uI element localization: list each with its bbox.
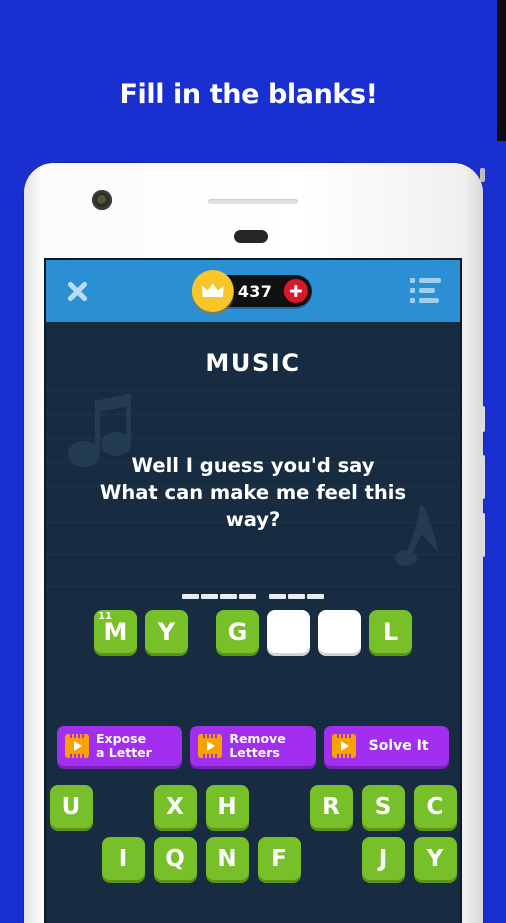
answer-slot-letter: L bbox=[382, 617, 399, 646]
promo-headline: Fill in the blanks! bbox=[119, 79, 378, 110]
question-area: MUSIC Well I guess you'd say What can ma… bbox=[46, 322, 460, 659]
letter-key[interactable]: X bbox=[153, 785, 197, 828]
staff-line bbox=[46, 390, 460, 391]
hint-button[interactable]: Expose a Letter bbox=[57, 726, 183, 766]
letter-key[interactable]: H bbox=[205, 785, 249, 828]
close-icon[interactable] bbox=[62, 276, 92, 306]
answer-slot[interactable]: Y bbox=[145, 610, 188, 653]
answer-slot-row: 11 M Y G L bbox=[46, 610, 460, 653]
question-line-1: Well I guess you'd say bbox=[131, 454, 375, 477]
letter-key[interactable]: N bbox=[205, 837, 249, 880]
menu-bullet bbox=[410, 278, 415, 283]
app-screen: 437 MUSIC Well I guess you'd say What ca… bbox=[46, 260, 460, 923]
keyboard-spacer bbox=[50, 837, 93, 880]
menu-bullet bbox=[410, 288, 415, 293]
video-ad-icon bbox=[65, 734, 89, 758]
letter-key[interactable]: R bbox=[309, 785, 353, 828]
phone-mute-button bbox=[480, 406, 485, 432]
letter-key[interactable]: S bbox=[361, 785, 405, 828]
answer-slot-letter: G bbox=[227, 617, 248, 646]
phone-volume-down-button bbox=[480, 513, 485, 557]
blank-dash bbox=[182, 594, 199, 599]
hint-button-label: Solve It bbox=[368, 738, 429, 754]
answer-slot[interactable] bbox=[318, 610, 361, 653]
hint-button-row: Expose a Letter Remove Letters Solve It bbox=[57, 726, 449, 766]
promo-screenshot: Fill in the blanks! 437 MUSIC Well I gue… bbox=[0, 0, 506, 923]
answer-slot[interactable] bbox=[267, 610, 310, 653]
blank-dash bbox=[239, 594, 256, 599]
hint-button-label: Remove Letters bbox=[229, 731, 286, 760]
letter-key[interactable]: U bbox=[49, 785, 93, 828]
menu-line bbox=[419, 288, 435, 293]
earpiece-speaker bbox=[208, 199, 298, 204]
app-topbar: 437 bbox=[46, 260, 460, 322]
answer-slot-index-badge: 11 bbox=[98, 611, 112, 622]
hint-button-label: Expose a Letter bbox=[96, 731, 152, 760]
keyboard-row-2: IQNF JY bbox=[46, 837, 460, 880]
keyboard-spacer bbox=[258, 785, 301, 828]
play-triangle-icon bbox=[74, 741, 82, 751]
question-text: Well I guess you'd say What can make me … bbox=[86, 452, 420, 533]
letter-key[interactable]: Y bbox=[413, 837, 457, 880]
blank-dash bbox=[201, 594, 218, 599]
blank-group bbox=[269, 594, 324, 599]
blank-dash bbox=[220, 594, 237, 599]
letter-keyboard: U XH RSC IQNF JY bbox=[46, 785, 460, 889]
front-camera-icon bbox=[92, 190, 112, 210]
question-line-2: What can make me feel this bbox=[99, 481, 407, 504]
play-triangle-icon bbox=[340, 741, 349, 751]
answer-slot[interactable]: G bbox=[216, 610, 259, 653]
hint-button[interactable]: Remove Letters bbox=[190, 726, 316, 766]
menu-line bbox=[419, 278, 441, 283]
question-line-3: way? bbox=[225, 508, 281, 531]
phone-side-notch bbox=[480, 168, 485, 182]
category-title: MUSIC bbox=[205, 349, 301, 377]
answer-slot-letter: Y bbox=[157, 617, 176, 646]
answer-blanks bbox=[46, 594, 460, 599]
right-edge-strip bbox=[497, 0, 506, 141]
letter-key[interactable]: Q bbox=[153, 837, 197, 880]
letter-key[interactable]: F bbox=[257, 837, 301, 880]
blank-dash bbox=[288, 594, 305, 599]
blank-group bbox=[182, 594, 256, 599]
letter-key[interactable]: C bbox=[413, 785, 457, 828]
blank-dash bbox=[269, 594, 286, 599]
blank-dash bbox=[307, 594, 324, 599]
menu-line bbox=[419, 298, 439, 303]
crown-icon bbox=[191, 270, 234, 312]
staff-line bbox=[46, 586, 460, 587]
keyboard-spacer bbox=[310, 837, 353, 880]
coin-count: 437 bbox=[237, 281, 273, 301]
video-ad-icon bbox=[331, 734, 356, 758]
keyboard-spacer bbox=[102, 785, 145, 828]
keyboard-row-1: U XH RSC bbox=[46, 785, 460, 828]
phone-volume-up-button bbox=[480, 455, 485, 499]
menu-bullet bbox=[410, 298, 415, 303]
list-menu-icon[interactable] bbox=[410, 278, 444, 304]
letter-key[interactable]: I bbox=[101, 837, 145, 880]
hint-button[interactable]: Solve It bbox=[323, 726, 449, 766]
letter-key[interactable]: J bbox=[361, 837, 405, 880]
coin-balance: 437 bbox=[191, 270, 313, 312]
answer-slot[interactable]: 11 M bbox=[94, 610, 137, 653]
play-triangle-icon bbox=[207, 741, 216, 751]
sensor-pill bbox=[234, 230, 268, 243]
answer-slot[interactable]: L bbox=[369, 610, 412, 653]
video-ad-icon bbox=[198, 734, 223, 758]
add-coins-button[interactable] bbox=[284, 279, 309, 303]
